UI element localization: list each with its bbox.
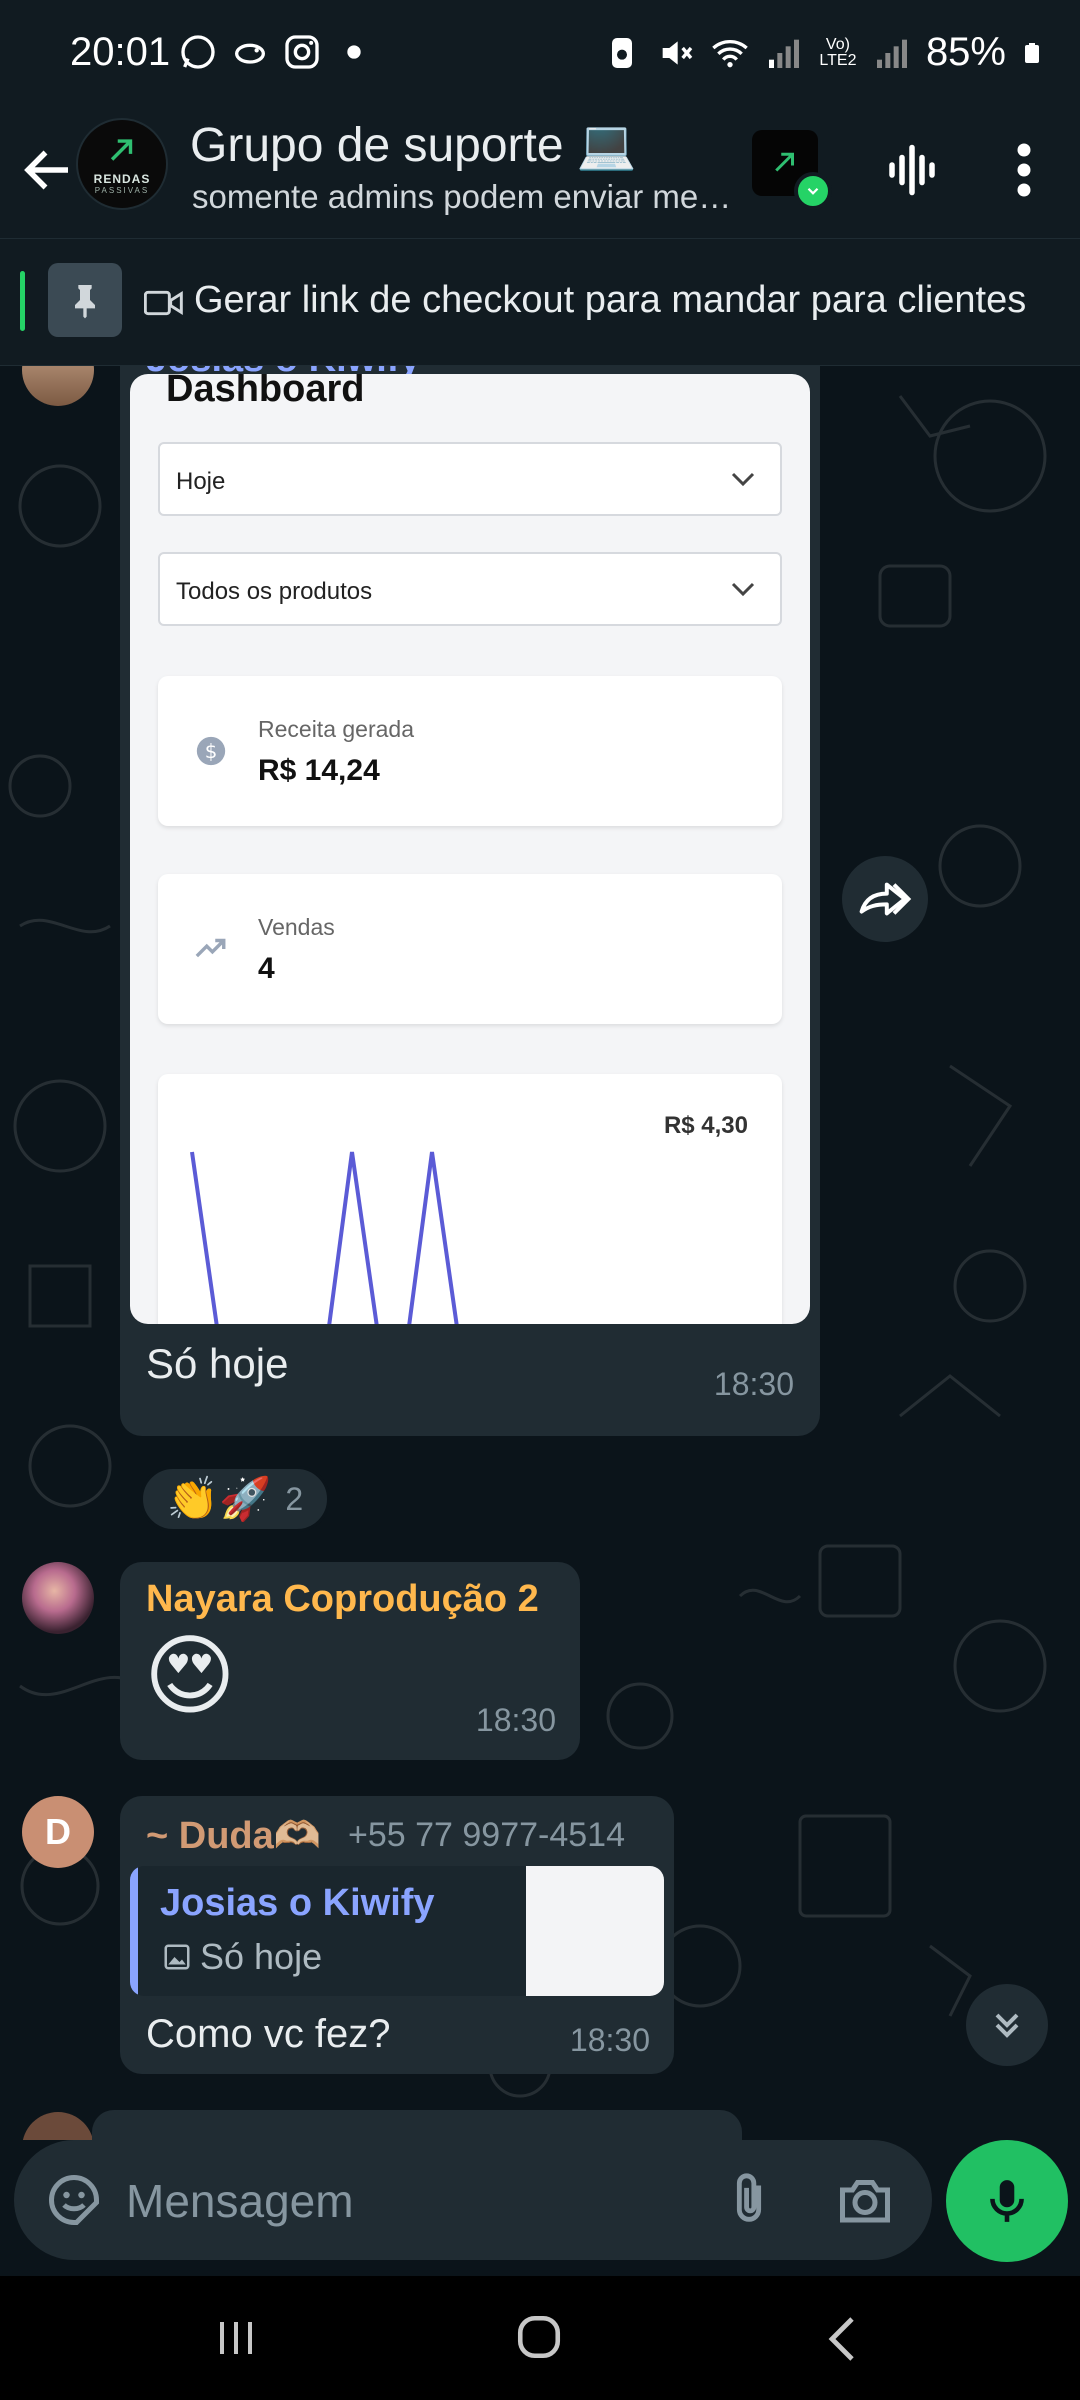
author-phone[interactable]: +55 77 9977-4514 bbox=[348, 1816, 625, 1855]
wifi-icon bbox=[712, 39, 748, 67]
chevron-down-icon bbox=[731, 472, 755, 487]
message-composer: Mensagem bbox=[0, 2140, 1080, 2276]
quoted-message[interactable]: Josias o Kiwify Só hoje bbox=[130, 1866, 664, 1996]
signal-icon bbox=[876, 39, 907, 68]
mic-button[interactable] bbox=[946, 2140, 1068, 2262]
attach-icon[interactable] bbox=[720, 2168, 778, 2232]
pinned-message-bar[interactable]: Gerar link de checkout para mandar para … bbox=[0, 238, 1080, 366]
message-bubble[interactable]: Nayara Coprodução 2 😍 18:30 bbox=[120, 1562, 580, 1760]
reaction-count: 2 bbox=[285, 1480, 304, 1517]
battery-icon bbox=[1025, 42, 1039, 63]
message-input[interactable]: Mensagem bbox=[14, 2140, 932, 2260]
logo-icon bbox=[110, 138, 133, 161]
community-avatar[interactable] bbox=[752, 130, 832, 210]
message-placeholder[interactable]: Mensagem bbox=[126, 2174, 354, 2228]
message-time: 18:30 bbox=[713, 1366, 794, 1402]
group-avatar[interactable]: RENDAS PASSIVAS bbox=[76, 118, 168, 210]
revenue-label: Receita gerada bbox=[258, 716, 414, 742]
avatar-logo-sub: PASSIVAS bbox=[94, 185, 150, 195]
message-bubble[interactable]: Josias o Kiwify Dashboard Hoje Todos os … bbox=[120, 366, 820, 1436]
network-label: Vo) LTE2 bbox=[819, 35, 857, 69]
camera-icon[interactable] bbox=[834, 2170, 896, 2230]
quoted-text: Só hoje bbox=[200, 1936, 323, 1977]
bird-icon bbox=[235, 43, 265, 64]
avatar-logo-text: RENDAS bbox=[93, 171, 151, 186]
quote-bar bbox=[130, 1866, 138, 1996]
status-bar: 20:01 Vo) LTE2 85% bbox=[0, 0, 1080, 110]
signal-icon bbox=[768, 39, 799, 68]
back-icon[interactable] bbox=[822, 2314, 862, 2364]
chat-header: RENDAS PASSIVAS Grupo de suporte 💻 somen… bbox=[0, 110, 1080, 238]
trending-up-icon bbox=[195, 938, 226, 958]
period-select: Hoje bbox=[158, 442, 782, 516]
revenue-value: R$ 14,24 bbox=[258, 754, 380, 787]
whatsapp-icon bbox=[181, 35, 215, 69]
scroll-down-button[interactable] bbox=[966, 1984, 1048, 2066]
message-image[interactable]: Dashboard Hoje Todos os produtos $ Recei… bbox=[130, 374, 810, 1324]
dollar-icon: $ bbox=[196, 736, 226, 766]
dot-icon bbox=[347, 45, 361, 59]
pin-icon[interactable] bbox=[48, 263, 122, 337]
back-arrow-icon[interactable] bbox=[18, 140, 78, 200]
avatar[interactable]: D bbox=[22, 1796, 94, 1868]
voice-chat-icon[interactable] bbox=[882, 140, 942, 200]
chart-line bbox=[190, 1151, 459, 1324]
logo-icon bbox=[775, 152, 794, 172]
video-icon bbox=[144, 290, 183, 316]
check-badge-icon bbox=[794, 172, 832, 210]
status-time: 20:01 bbox=[70, 30, 171, 74]
status-system-icons: Vo) LTE2 85% bbox=[602, 30, 1044, 75]
sales-card: Vendas 4 bbox=[158, 874, 782, 1024]
message-time: 18:30 bbox=[569, 2022, 650, 2058]
period-select-value: Hoje bbox=[176, 468, 226, 495]
image-icon bbox=[164, 1944, 190, 1970]
more-options-icon[interactable] bbox=[1004, 140, 1044, 200]
avatar[interactable] bbox=[22, 1562, 94, 1634]
revenue-card: $ Receita gerada R$ 14,24 bbox=[158, 676, 782, 826]
sales-label: Vendas bbox=[258, 914, 335, 940]
chat-area[interactable]: Josias o Kiwify Dashboard Hoje Todos os … bbox=[0, 366, 1080, 2140]
recent-apps-icon[interactable] bbox=[212, 2314, 260, 2362]
message-time: 18:30 bbox=[475, 1702, 556, 1738]
avatar-letter: D bbox=[45, 1811, 71, 1852]
pinned-text: Gerar link de checkout para mandar para … bbox=[194, 279, 1027, 321]
message-text: Como vc fez? bbox=[146, 2012, 391, 2056]
message-bubble[interactable] bbox=[92, 2110, 742, 2140]
products-select: Todos os produtos bbox=[158, 552, 782, 626]
pinned-indicator bbox=[20, 271, 25, 331]
alarm-icon bbox=[611, 37, 632, 68]
group-title[interactable]: Grupo de suporte 💻 bbox=[190, 116, 637, 173]
products-select-value: Todos os produtos bbox=[176, 578, 373, 605]
quoted-author: Josias o Kiwify bbox=[160, 1882, 435, 1924]
sales-line-chart bbox=[190, 1151, 459, 1324]
forward-button[interactable] bbox=[842, 856, 928, 942]
group-subtitle[interactable]: somente admins podem enviar mensagens bbox=[192, 178, 732, 216]
message-author[interactable]: Nayara Coprodução 2 bbox=[146, 1578, 539, 1621]
sales-value: 4 bbox=[258, 952, 275, 985]
battery-percent: 85% bbox=[925, 30, 1006, 74]
message-author[interactable]: ~ Duda🫶🏼 bbox=[146, 1814, 321, 1858]
instagram-icon bbox=[285, 35, 319, 69]
sales-chart-card: R$ 4,30 bbox=[158, 1074, 782, 1324]
sticker-icon[interactable] bbox=[44, 2170, 104, 2230]
chevron-down-icon bbox=[731, 582, 755, 597]
reaction-emojis: 👏🚀 bbox=[166, 1474, 272, 1522]
svg-text:$: $ bbox=[205, 740, 218, 763]
quoted-thumbnail bbox=[526, 1866, 664, 1996]
reactions-pill[interactable]: 👏🚀 2 bbox=[140, 1466, 330, 1532]
dashboard-title: Dashboard bbox=[166, 374, 365, 410]
mic-icon bbox=[990, 2180, 1024, 2222]
message-emoji: 😍 bbox=[144, 1626, 236, 1725]
home-icon[interactable] bbox=[514, 2312, 564, 2362]
system-nav-bar bbox=[0, 2276, 1080, 2400]
message-text: Só hoje bbox=[146, 1340, 289, 1387]
message-bubble[interactable]: ~ Duda🫶🏼 +55 77 9977-4514 Josias o Kiwif… bbox=[120, 1796, 674, 2074]
mute-icon bbox=[662, 40, 693, 65]
status-notification-icons bbox=[178, 32, 374, 72]
